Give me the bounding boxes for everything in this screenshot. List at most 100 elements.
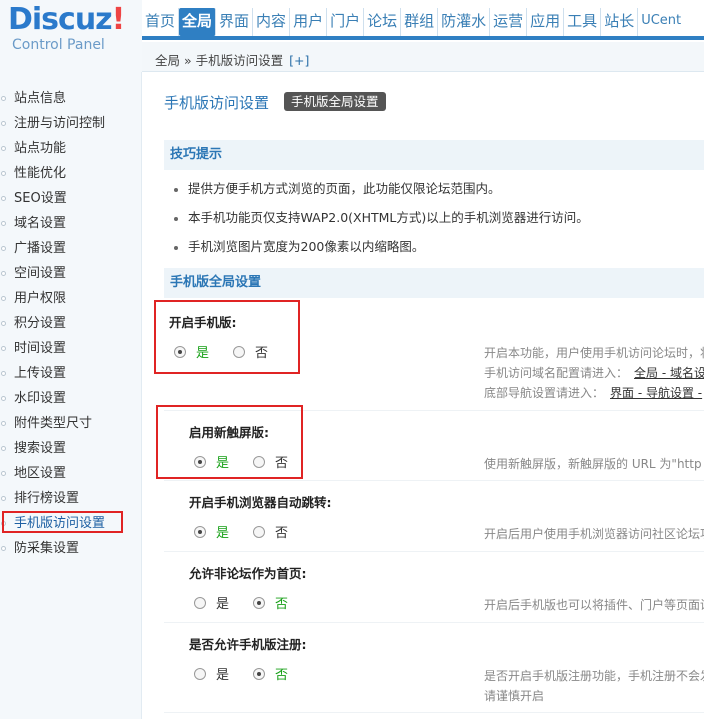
breadcrumb: 全局 » 手机版访问设置 [+] [155,50,309,69]
logo: Discuz! Control Panel [0,0,142,72]
sidebar-item-label: 防采集设置 [14,541,80,556]
sidebar-item[interactable]: 注册与访问控制 [0,111,142,136]
bullet-icon [1,521,6,526]
radio-yes[interactable] [194,596,206,609]
sidebar-item-label: 广播设置 [14,241,67,256]
bullet-icon [1,371,6,376]
sidebar-item[interactable]: 搜索设置 [0,436,142,461]
nav-item[interactable]: 内容 [253,8,291,36]
sidebar-item[interactable]: 积分设置 [0,311,142,336]
sidebar-item[interactable]: 防采集设置 [0,536,142,561]
sidebar-item[interactable]: 空间设置 [0,261,142,286]
setting-description: 使用新触屏版，新触屏版的 URL 为"http [484,457,702,471]
radio-no-label[interactable]: 否 [275,452,288,471]
page-title: 手机版访问设置 [164,94,270,112]
add-shortcut-button[interactable]: [+] [289,53,309,68]
bullet-icon [1,346,6,351]
radio-no[interactable] [253,525,266,538]
sidebar-item-label: 时间设置 [14,341,67,356]
radio-yes[interactable] [194,455,206,468]
sidebar-item[interactable]: 地区设置 [0,461,142,486]
row-divider [164,712,704,713]
settings-link[interactable]: 全局 - 域名设 [634,366,704,380]
top-navigation: 首页 全局 界面 内容 用户 门户 论坛 群组 防灌水 运营 应用 工具 站长 UCent [142,8,684,36]
sidebar-item[interactable]: 站点信息 [0,86,142,111]
sidebar-item[interactable]: 时间设置 [0,336,142,361]
radio-no-label[interactable]: 否 [275,664,288,683]
sidebar-item[interactable]: 性能优化 [0,161,142,186]
nav-item[interactable]: 首页 [142,8,180,36]
sidebar-item-label: 手机版访问设置 [14,516,106,531]
radio-group: 是否 [174,342,292,361]
sidebar-item-label: 站点功能 [14,141,67,156]
nav-item[interactable]: 站长 [601,8,639,36]
sidebar-item-label: 附件类型尺寸 [14,416,93,431]
radio-yes-label[interactable]: 是 [196,342,209,361]
setting-description: 开启后手机版也可以将插件、门户等页面设 [484,598,704,612]
sidebar-item[interactable]: 手机版访问设置 [0,511,142,536]
radio-no-label[interactable]: 否 [275,593,288,612]
tab-global-settings[interactable]: 手机版全局设置 [284,92,386,111]
radio-no[interactable] [253,455,266,468]
settings-link[interactable]: 界面 - 导航设置 - [610,386,702,400]
nav-item[interactable]: 论坛 [364,8,402,36]
bullet-icon [1,171,6,176]
nav-item[interactable]: 应用 [527,8,565,36]
bullet-icon [1,421,6,426]
nav-item[interactable]: 防灌水 [438,8,491,36]
radio-group: 是否 [194,522,312,541]
radio-no[interactable] [233,345,246,358]
sidebar-item-label: 性能优化 [14,166,67,181]
radio-no-label[interactable]: 否 [275,522,288,541]
radio-yes-label[interactable]: 是 [216,664,229,683]
sidebar-item-label: 搜索设置 [14,441,67,456]
radio-yes[interactable] [194,525,206,538]
bullet-icon [1,121,6,126]
nav-item[interactable]: 工具 [564,8,602,36]
sidebar: 站点信息 注册与访问控制站点功能性能优化 SEO设置 域名设置广播设置空间设置用户权限… [0,72,142,719]
sidebar-item-label: 排行榜设置 [14,491,80,506]
sidebar-item[interactable]: 广播设置 [0,236,142,261]
bullet-icon [1,196,6,201]
sidebar-menu: 站点信息 注册与访问控制站点功能性能优化 SEO设置 域名设置广播设置空间设置用户权限… [0,86,142,561]
radio-group: 是否 [194,593,312,612]
radio-no[interactable] [253,596,266,609]
radio-group: 是否 [194,664,312,683]
bullet-icon [1,271,6,276]
sidebar-item[interactable]: 用户权限 [0,286,142,311]
sidebar-item[interactable]: 排行榜设置 [0,486,142,511]
nav-item[interactable]: 界面 [216,8,254,36]
setting-label: 允许非论坛作为首页: [189,566,307,581]
radio-yes-label[interactable]: 是 [216,522,229,541]
sidebar-item[interactable]: 上传设置 [0,361,142,386]
row-divider [164,410,704,411]
sidebar-item-label: 上传设置 [14,366,67,381]
nav-item[interactable]: 用户 [290,8,328,36]
nav-item[interactable]: 全局 [179,8,217,36]
sidebar-item[interactable]: 域名设置 [0,211,142,236]
bullet-icon [1,246,6,251]
sidebar-item-label: 空间设置 [14,266,67,281]
radio-group: 是否 [194,452,312,471]
radio-no-label[interactable]: 否 [255,342,268,361]
setting-description: 手机访问域名配置请进入： 全局 - 域名设 [484,366,704,380]
bullet-icon [1,496,6,501]
admin-panel: Discuz! Control Panel 首页 全局 界面 内容 用户 门户 论坛 群组 防灌… [0,0,704,719]
sidebar-item-label: 积分设置 [14,316,67,331]
sidebar-item[interactable]: 附件类型尺寸 [0,411,142,436]
breadcrumb-bar: 全局 » 手机版访问设置 [+] [142,42,704,72]
sidebar-item[interactable]: 站点功能 [0,136,142,161]
radio-yes-label[interactable]: 是 [216,593,229,612]
radio-yes[interactable] [194,667,206,680]
radio-yes[interactable] [174,345,186,358]
nav-item[interactable]: 运营 [490,8,528,36]
setting-label: 开启手机浏览器自动跳转: [189,495,332,510]
nav-item[interactable]: 门户 [327,8,365,36]
radio-yes-label[interactable]: 是 [216,452,229,471]
nav-item[interactable]: UCent [638,8,684,36]
sidebar-item[interactable]: SEO设置 [0,186,142,211]
nav-item[interactable]: 群组 [401,8,439,36]
sidebar-item[interactable]: 水印设置 [0,386,142,411]
radio-no[interactable] [253,667,266,680]
bullet-icon [174,216,178,221]
